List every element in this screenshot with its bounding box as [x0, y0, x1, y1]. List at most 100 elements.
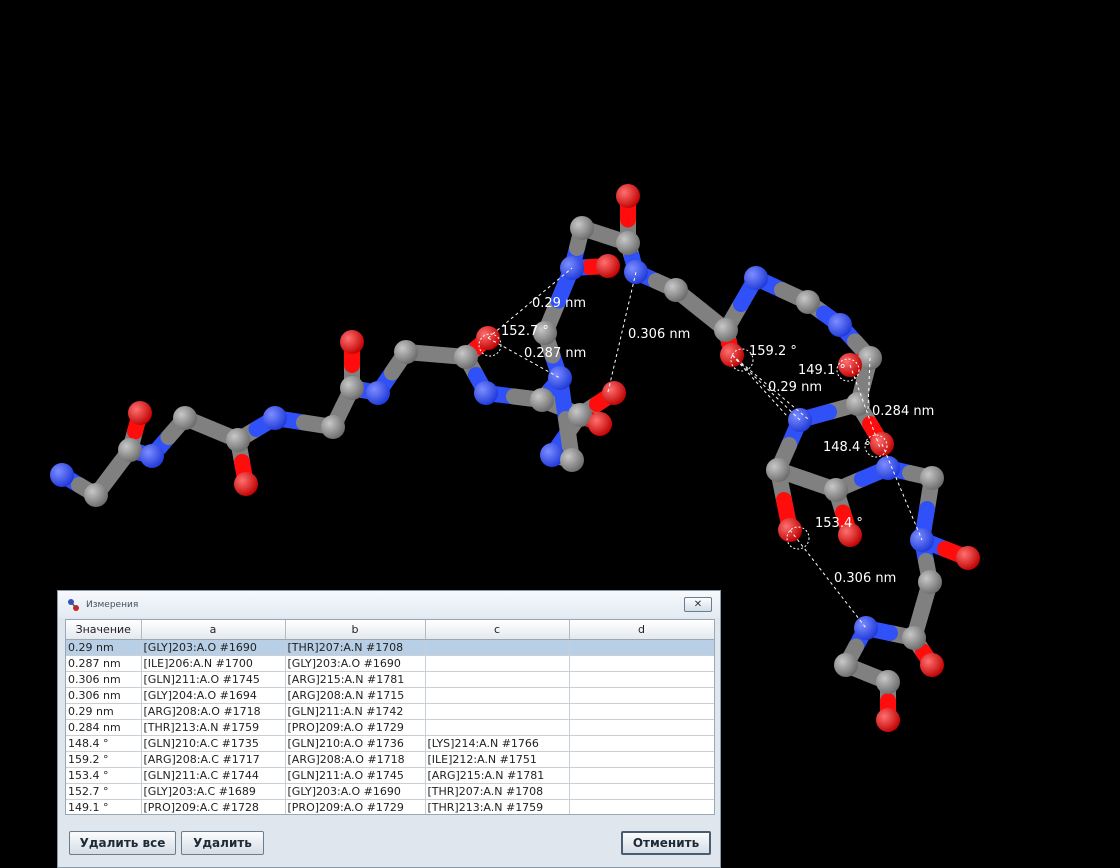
table-cell: [THR]213:A.N #1759 [141, 719, 286, 736]
carbon-atom[interactable] [616, 231, 640, 255]
table-cell: [ARG]208:A.N #1715 [285, 687, 426, 704]
oxygen-atom[interactable] [956, 546, 980, 570]
angle-label: 148.4 ° [823, 440, 871, 455]
nitrogen-atom[interactable] [50, 463, 74, 487]
table-row[interactable]: 0.29 nm [GLY]203:A.O #1690 [THR]207:A.N #1… [66, 639, 714, 656]
carbon-atom[interactable] [714, 318, 738, 342]
carbon-atom[interactable] [226, 428, 250, 452]
table-cell: 0.306 nm [66, 687, 142, 704]
nitrogen-atom[interactable] [140, 444, 164, 468]
carbon-atom[interactable] [846, 392, 870, 416]
oxygen-atom[interactable] [616, 184, 640, 208]
table-row[interactable]: 0.306 nm [GLN]211:A.O #1745 [ARG]215:A.N #… [66, 671, 714, 688]
carbon-atom[interactable] [173, 406, 197, 430]
dialog-titlebar[interactable]: Измерения ✕ [58, 591, 720, 618]
table-cell: [GLY]203:A.C #1689 [141, 783, 286, 800]
oxygen-atom[interactable] [128, 401, 152, 425]
carbon-atom[interactable] [321, 415, 345, 439]
table-row[interactable]: 0.284 nm [THR]213:A.N #1759 [PRO]209:A.O #… [66, 719, 714, 736]
carbon-atom[interactable] [920, 466, 944, 490]
oxygen-atom[interactable] [340, 330, 364, 354]
table-cell [569, 799, 714, 814]
carbon-atom[interactable] [834, 653, 858, 677]
table-row[interactable]: 0.287 nm [ILE]206:A.N #1700 [GLY]203:A.O #… [66, 655, 714, 672]
table-row[interactable]: 0.29 nm [ARG]208:A.O #1718 [GLN]211:A.N #1… [66, 703, 714, 720]
table-cell: 0.287 nm [66, 655, 142, 672]
table-row[interactable]: 159.2 ° [ARG]208:A.C #1717 [ARG]208:A.O #1… [66, 751, 714, 768]
carbon-atom[interactable] [530, 388, 554, 412]
table-cell: [GLN]210:A.O #1736 [285, 735, 426, 752]
carbon-atom[interactable] [340, 376, 364, 400]
table-cell: [THR]207:A.N #1708 [425, 783, 570, 800]
nitrogen-atom[interactable] [540, 443, 564, 467]
measurements-table[interactable]: Значение a b c d 0.29 nm [GLY]203:A.O #16… [65, 619, 715, 815]
column-header-c[interactable]: c [425, 620, 570, 640]
carbon-atom[interactable] [824, 478, 848, 502]
table-cell: [GLN]210:A.C #1735 [141, 735, 286, 752]
nitrogen-atom[interactable] [876, 456, 900, 480]
table-cell: 149.1 ° [66, 799, 142, 814]
table-cell [569, 735, 714, 752]
oxygen-atom[interactable] [588, 412, 612, 436]
nitrogen-atom[interactable] [828, 313, 852, 337]
oxygen-atom[interactable] [876, 708, 900, 732]
column-header-value[interactable]: Значение [66, 620, 142, 640]
measure-icon [68, 599, 79, 611]
table-cell [569, 703, 714, 720]
carbon-atom[interactable] [84, 483, 108, 507]
distance-label: 0.287 nm [524, 346, 586, 361]
column-header-d[interactable]: d [569, 620, 714, 640]
table-cell: [ARG]208:A.C #1717 [141, 751, 286, 768]
column-header-a[interactable]: a [141, 620, 286, 640]
table-cell: [THR]207:A.N #1708 [285, 639, 426, 656]
close-button[interactable]: ✕ [684, 597, 712, 612]
table-cell: [ARG]215:A.N #1781 [285, 671, 426, 688]
table-cell: [GLN]211:A.C #1744 [141, 767, 286, 784]
carbon-atom[interactable] [766, 458, 790, 482]
carbon-atom[interactable] [394, 340, 418, 364]
table-cell: 0.306 nm [66, 671, 142, 688]
cancel-button[interactable]: Отменить [621, 831, 711, 855]
table-cell [569, 639, 714, 656]
table-header-row: Значение a b c d [66, 620, 714, 640]
carbon-atom[interactable] [918, 570, 942, 594]
table-cell: 0.284 nm [66, 719, 142, 736]
carbon-atom[interactable] [454, 345, 478, 369]
table-cell [425, 671, 570, 688]
nitrogen-atom[interactable] [263, 406, 287, 430]
oxygen-atom[interactable] [602, 381, 626, 405]
table-cell: [GLN]211:A.O #1745 [141, 671, 286, 688]
table-row[interactable]: 152.7 ° [GLY]203:A.C #1689 [GLY]203:A.O #1… [66, 783, 714, 800]
carbon-atom[interactable] [570, 216, 594, 240]
nitrogen-atom[interactable] [474, 381, 498, 405]
delete-all-button[interactable]: Удалить все [69, 831, 176, 855]
oxygen-atom[interactable] [596, 254, 620, 278]
table-row[interactable]: 148.4 ° [GLN]210:A.C #1735 [GLN]210:A.O #1… [66, 735, 714, 752]
table-cell: 159.2 ° [66, 751, 142, 768]
table-cell: [THR]213:A.N #1759 [425, 799, 570, 814]
nitrogen-atom[interactable] [366, 381, 390, 405]
angle-label: 152.7 ° [501, 324, 549, 339]
carbon-atom[interactable] [902, 626, 926, 650]
table-row[interactable]: 153.4 ° [GLN]211:A.C #1744 [GLN]211:A.O #1… [66, 767, 714, 784]
table-cell: 148.4 ° [66, 735, 142, 752]
angle-label: 149.1 ° [798, 363, 846, 378]
angle-label: 153.4 ° [815, 516, 863, 531]
delete-button[interactable]: Удалить [181, 831, 264, 855]
table-row[interactable]: 0.306 nm [GLY]204:A.O #1694 [ARG]208:A.N #… [66, 687, 714, 704]
column-header-b[interactable]: b [285, 620, 426, 640]
carbon-atom[interactable] [876, 670, 900, 694]
carbon-atom[interactable] [796, 290, 820, 314]
carbon-atom[interactable] [118, 438, 142, 462]
table-cell: [ILE]212:A.N #1751 [425, 751, 570, 768]
table-row[interactable]: 149.1 ° [PRO]209:A.C #1728 [PRO]209:A.O #1… [66, 799, 714, 814]
nitrogen-atom[interactable] [744, 266, 768, 290]
oxygen-atom[interactable] [920, 653, 944, 677]
table-cell: [GLY]204:A.O #1694 [141, 687, 286, 704]
angle-label: 159.2 ° [749, 344, 797, 359]
carbon-atom[interactable] [664, 278, 688, 302]
carbon-atom[interactable] [560, 448, 584, 472]
close-icon: ✕ [693, 599, 703, 610]
oxygen-atom[interactable] [234, 472, 258, 496]
table-cell [569, 719, 714, 736]
